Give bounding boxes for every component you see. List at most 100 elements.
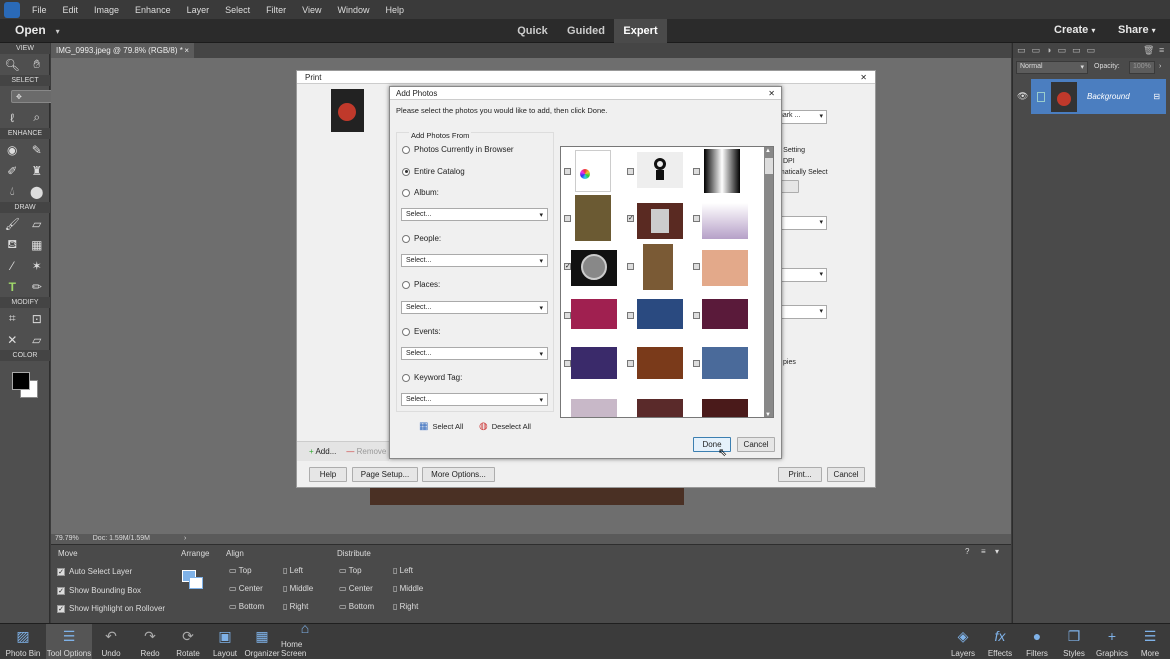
align-center-button[interactable]: ▭ Center xyxy=(229,584,263,593)
photo-thumbnail[interactable] xyxy=(637,152,683,188)
photo-thumbnail[interactable] xyxy=(702,347,748,379)
spot-healing-tool-icon[interactable]: ✎ xyxy=(28,141,45,158)
photo-checkbox[interactable] xyxy=(627,263,634,270)
recompose-tool-icon[interactable]: ⊡ xyxy=(28,310,45,327)
panel-menu-icon[interactable]: ≡ xyxy=(1159,45,1164,55)
photo-checkbox[interactable] xyxy=(693,312,700,319)
more-options-button[interactable]: More Options... xyxy=(422,467,495,482)
trash-icon[interactable]: 🗑︎ xyxy=(1143,45,1154,56)
lasso-tool-icon[interactable]: ℓ xyxy=(4,109,21,126)
remove-photos-button[interactable]: — Remove xyxy=(346,447,386,456)
more-button[interactable]: ☰ More xyxy=(1136,624,1164,659)
radio-photos-in-browser[interactable]: Photos Currently in Browser xyxy=(402,145,514,154)
menu-enhance[interactable]: Enhance xyxy=(127,5,179,15)
photo-checkbox[interactable] xyxy=(564,215,571,222)
close-icon[interactable]: ✕ xyxy=(768,89,775,98)
share-button[interactable]: Share ▾ xyxy=(1118,24,1156,36)
mode-tab-expert[interactable]: Expert xyxy=(614,19,667,43)
distribute-bottom-button[interactable]: ▭ Bottom xyxy=(339,602,374,611)
photo-thumbnail[interactable] xyxy=(702,250,748,286)
chevron-right-icon[interactable]: › xyxy=(1159,63,1161,70)
help-button[interactable]: Help xyxy=(309,467,347,482)
print-cancel-button[interactable]: Cancel xyxy=(827,467,865,482)
menu-image[interactable]: Image xyxy=(86,5,127,15)
options-menu-icon[interactable]: ≡ xyxy=(981,547,986,556)
photo-thumbnail[interactable] xyxy=(637,299,683,329)
add-photos-button[interactable]: + Add... xyxy=(309,447,336,456)
menu-view[interactable]: View xyxy=(294,5,329,15)
redo-button[interactable]: ↷ Redo xyxy=(137,624,163,659)
photo-checkbox[interactable] xyxy=(693,215,700,222)
scroll-down-icon[interactable]: ▼ xyxy=(765,412,771,417)
chevron-down-icon[interactable]: ▾ xyxy=(995,547,999,556)
paint-bucket-tool-icon[interactable]: ⛾ xyxy=(4,236,21,253)
menu-file[interactable]: File xyxy=(24,5,55,15)
undo-button[interactable]: ↶ Undo xyxy=(98,624,124,659)
brush-tool-icon[interactable]: 🖌︎ xyxy=(4,215,21,232)
cancel-button[interactable]: Cancel xyxy=(737,437,775,452)
open-button[interactable]: Open ▾ xyxy=(15,23,60,37)
foreground-color-swatch[interactable] xyxy=(12,372,30,390)
distribute-middle-button[interactable]: ▯ Middle xyxy=(393,584,423,593)
places-select[interactable]: Select... ▾ xyxy=(401,301,548,314)
radio-keyword-tag[interactable]: Keyword Tag: xyxy=(402,373,462,382)
custom-shape-tool-icon[interactable]: ✶ xyxy=(28,257,45,274)
album-select[interactable]: Select... ▾ xyxy=(401,208,548,221)
radio-album[interactable]: Album: xyxy=(402,188,439,197)
close-icon[interactable]: ✕ xyxy=(860,73,867,82)
type-tool-icon[interactable]: T xyxy=(4,278,21,295)
pencil-tool-icon[interactable]: ✏︎ xyxy=(28,278,45,295)
page-setup-button[interactable]: Page Setup... xyxy=(352,467,418,482)
blend-mode-select[interactable]: Normal ▾ xyxy=(1016,61,1088,74)
photo-bin-button[interactable]: ▨ Photo Bin xyxy=(4,624,42,659)
print-button[interactable]: Print... xyxy=(778,467,822,482)
menu-layer[interactable]: Layer xyxy=(179,5,218,15)
menu-edit[interactable]: Edit xyxy=(55,5,87,15)
align-top-button[interactable]: ▭ Top xyxy=(229,566,252,575)
sponge-tool-icon[interactable]: ⬤ xyxy=(28,183,45,200)
zoom-tool-icon[interactable]: 🔍︎ xyxy=(4,56,21,73)
hand-tool-icon[interactable]: ✋︎ xyxy=(28,56,45,73)
photo-thumbnail[interactable] xyxy=(637,347,683,379)
crop-tool-icon[interactable]: ⌗ xyxy=(4,310,21,327)
gradient-tool-icon[interactable]: ▦ xyxy=(28,236,45,253)
radio-people[interactable]: People: xyxy=(402,234,441,243)
scroll-up-icon[interactable]: ▲ xyxy=(765,148,771,154)
photo-checkbox[interactable] xyxy=(693,360,700,367)
photo-checkbox[interactable] xyxy=(627,312,634,319)
eyedropper-tool-icon[interactable]: ⁄ xyxy=(4,257,21,274)
photo-thumbnail[interactable] xyxy=(637,203,683,239)
distribute-top-button[interactable]: ▭ Top xyxy=(339,566,362,575)
distribute-left-button[interactable]: ▯ Left xyxy=(393,566,413,575)
photo-checkbox[interactable] xyxy=(564,360,571,367)
keyword-tag-select[interactable]: Select... ▾ xyxy=(401,393,548,406)
auto-select-layer-checkbox[interactable]: ✓ Auto Select Layer xyxy=(57,567,132,576)
events-select[interactable]: Select... ▾ xyxy=(401,347,548,360)
eye-icon[interactable]: 👁︎ xyxy=(1017,91,1028,102)
align-bottom-button[interactable]: ▭ Bottom xyxy=(229,602,264,611)
mode-tab-quick[interactable]: Quick xyxy=(510,19,555,43)
opacity-field[interactable]: 100% xyxy=(1129,61,1155,74)
menu-select[interactable]: Select xyxy=(217,5,258,15)
photo-thumbnail[interactable] xyxy=(704,149,740,193)
layers-button[interactable]: ◈ Layers xyxy=(948,624,978,659)
content-aware-move-tool-icon[interactable]: ✕ xyxy=(4,331,21,348)
photo-thumbnail[interactable] xyxy=(571,299,617,329)
radio-events[interactable]: Events: xyxy=(402,327,441,336)
styles-button[interactable]: ❐ Styles xyxy=(1059,624,1089,659)
photo-thumbnail[interactable] xyxy=(571,250,617,286)
radio-places[interactable]: Places: xyxy=(402,280,440,289)
distribute-right-button[interactable]: ▯ Right xyxy=(393,602,418,611)
help-icon[interactable]: ? xyxy=(965,547,969,556)
document-tab[interactable]: IMG_0993.jpeg @ 79.8% (RGB/8) * × xyxy=(51,43,194,58)
home-screen-button[interactable]: ⌂ Home Screen xyxy=(281,620,329,659)
photo-checkbox[interactable] xyxy=(627,168,634,175)
print-photo-thumbnail[interactable] xyxy=(331,89,364,132)
select-all-button[interactable]: ▦ Select All xyxy=(419,421,463,432)
layout-button[interactable]: ▣ Layout xyxy=(210,624,240,659)
photo-checkbox[interactable] xyxy=(564,168,571,175)
photo-checkbox[interactable] xyxy=(564,312,571,319)
photo-thumbnail[interactable] xyxy=(643,244,673,290)
deselect-all-button[interactable]: ◍ Deselect All xyxy=(479,421,531,432)
photo-thumbnail[interactable] xyxy=(702,399,748,417)
